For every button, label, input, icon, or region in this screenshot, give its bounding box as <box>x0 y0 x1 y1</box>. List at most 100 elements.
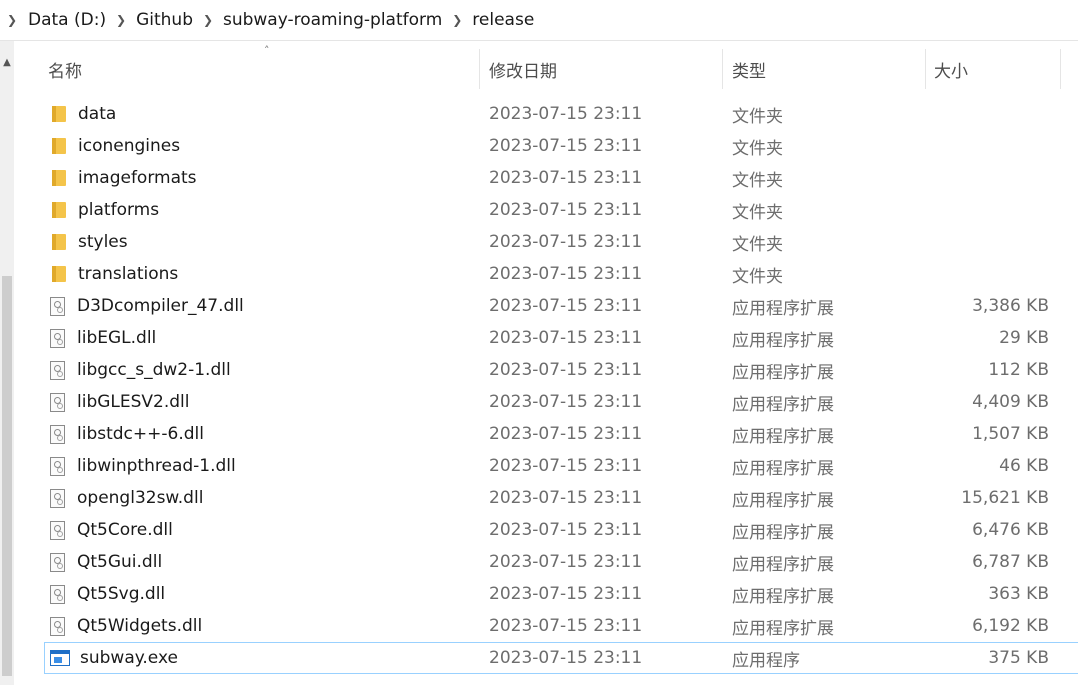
file-row[interactable]: libgcc_s_dw2-1.dll 2023-07-15 23:11 应用程序扩展… <box>14 354 1078 386</box>
column-header-label: 名称 <box>48 61 82 82</box>
file-name-cell[interactable]: opengl32sw.dll <box>50 488 203 508</box>
file-name-cell[interactable]: Qt5Gui.dll <box>50 552 162 572</box>
file-row[interactable]: Qt5Gui.dll 2023-07-15 23:11 应用程序扩展 6,787 KB <box>14 546 1078 578</box>
column-header-size[interactable]: 大小 <box>926 49 1061 89</box>
file-name-cell[interactable]: libwinpthread-1.dll <box>50 456 236 476</box>
dll-icon <box>50 360 65 380</box>
file-row[interactable]: iconengines 2023-07-15 23:11 文件夹 <box>14 130 1078 162</box>
file-type: 应用程序扩展 <box>732 490 834 511</box>
chevron-right-icon[interactable]: ❯ <box>0 13 24 27</box>
file-name-cell[interactable]: translations <box>50 264 178 284</box>
column-header-name[interactable]: 名称 <box>14 49 480 89</box>
file-row[interactable]: libstdc++-6.dll 2023-07-15 23:11 应用程序扩展 1,5… <box>14 418 1078 450</box>
file-row[interactable]: libGLESV2.dll 2023-07-15 23:11 应用程序扩展 4,409… <box>14 386 1078 418</box>
file-name[interactable]: subway.exe <box>80 648 178 668</box>
chevron-right-icon[interactable]: ❯ <box>197 13 219 27</box>
file-name-cell[interactable]: styles <box>50 232 128 252</box>
file-name[interactable]: styles <box>78 232 128 252</box>
file-row[interactable]: platforms 2023-07-15 23:11 文件夹 <box>14 194 1078 226</box>
folder-icon <box>52 138 66 154</box>
chevron-right-icon[interactable]: ❯ <box>446 13 468 27</box>
file-date: 2023-07-15 23:11 <box>489 488 643 508</box>
file-name-cell[interactable]: libEGL.dll <box>50 328 156 348</box>
file-date: 2023-07-15 23:11 <box>489 200 643 220</box>
file-row[interactable]: translations 2023-07-15 23:11 文件夹 <box>14 258 1078 290</box>
file-type: 应用程序扩展 <box>732 522 834 543</box>
file-type: 文件夹 <box>732 106 783 127</box>
breadcrumb-item[interactable]: release <box>468 10 538 30</box>
file-size: 3,386 KB <box>972 296 1049 316</box>
file-row[interactable]: imageformats 2023-07-15 23:11 文件夹 <box>14 162 1078 194</box>
file-name-cell[interactable]: libstdc++-6.dll <box>50 424 204 444</box>
dll-icon <box>50 616 65 636</box>
file-size: 1,507 KB <box>972 424 1049 444</box>
file-name[interactable]: Qt5Core.dll <box>77 520 173 540</box>
breadcrumb-item[interactable]: Data (D:) <box>24 10 110 30</box>
file-date: 2023-07-15 23:11 <box>489 584 643 604</box>
file-row[interactable]: styles 2023-07-15 23:11 文件夹 <box>14 226 1078 258</box>
file-name[interactable]: libEGL.dll <box>77 328 156 348</box>
file-row[interactable]: libEGL.dll 2023-07-15 23:11 应用程序扩展 29 KB <box>14 322 1078 354</box>
file-row[interactable]: Qt5Core.dll 2023-07-15 23:11 应用程序扩展 6,476 K… <box>14 514 1078 546</box>
file-date: 2023-07-15 23:11 <box>489 104 643 124</box>
file-date: 2023-07-15 23:11 <box>489 552 643 572</box>
file-name[interactable]: libwinpthread-1.dll <box>77 456 236 476</box>
dll-icon <box>50 552 65 572</box>
file-name-cell[interactable]: iconengines <box>50 136 180 156</box>
file-name[interactable]: Qt5Gui.dll <box>77 552 162 572</box>
dll-icon <box>50 392 65 412</box>
file-type: 文件夹 <box>732 170 783 191</box>
file-name-cell[interactable]: libgcc_s_dw2-1.dll <box>50 360 231 380</box>
file-name[interactable]: libGLESV2.dll <box>77 392 190 412</box>
file-name[interactable]: data <box>78 104 116 124</box>
file-date: 2023-07-15 23:11 <box>489 136 643 156</box>
file-row[interactable]: data 2023-07-15 23:11 文件夹 <box>14 98 1078 130</box>
file-name-cell[interactable]: Qt5Widgets.dll <box>50 616 202 636</box>
file-row[interactable]: Qt5Svg.dll 2023-07-15 23:11 应用程序扩展 363 KB <box>14 578 1078 610</box>
file-name-cell[interactable]: imageformats <box>50 168 197 188</box>
file-type: 文件夹 <box>732 202 783 223</box>
file-name-cell[interactable]: Qt5Core.dll <box>50 520 173 540</box>
file-name[interactable]: imageformats <box>78 168 197 188</box>
chevron-right-icon[interactable]: ❯ <box>110 13 132 27</box>
file-name[interactable]: opengl32sw.dll <box>77 488 203 508</box>
file-name[interactable]: libstdc++-6.dll <box>77 424 204 444</box>
file-date: 2023-07-15 23:11 <box>489 328 643 348</box>
file-date: 2023-07-15 23:11 <box>489 360 643 380</box>
column-header-type[interactable]: 类型 <box>723 49 926 89</box>
file-row[interactable]: libwinpthread-1.dll 2023-07-15 23:11 应用程序扩… <box>14 450 1078 482</box>
file-name-cell[interactable]: D3Dcompiler_47.dll <box>50 296 244 316</box>
file-type: 文件夹 <box>732 234 783 255</box>
file-date: 2023-07-15 23:11 <box>489 392 643 412</box>
file-name-cell[interactable]: Qt5Svg.dll <box>50 584 165 604</box>
column-header-date[interactable]: 修改日期 <box>480 49 723 89</box>
folder-icon <box>52 106 66 122</box>
file-name-cell[interactable]: libGLESV2.dll <box>50 392 190 412</box>
file-name[interactable]: libgcc_s_dw2-1.dll <box>77 360 231 380</box>
file-row[interactable]: D3Dcompiler_47.dll 2023-07-15 23:11 应用程序扩展… <box>14 290 1078 322</box>
file-row[interactable]: subway.exe 2023-07-15 23:11 应用程序 375 KB <box>44 642 1078 674</box>
breadcrumb-item[interactable]: Github <box>132 10 197 30</box>
file-name[interactable]: platforms <box>78 200 159 220</box>
vertical-scrollbar[interactable]: ▲ <box>0 41 14 685</box>
file-type: 应用程序扩展 <box>732 586 834 607</box>
file-type: 应用程序扩展 <box>732 554 834 575</box>
file-name[interactable]: Qt5Svg.dll <box>77 584 165 604</box>
file-type: 应用程序 <box>732 650 800 671</box>
file-name-cell[interactable]: subway.exe <box>50 648 178 668</box>
file-row[interactable]: opengl32sw.dll 2023-07-15 23:11 应用程序扩展 15,6… <box>14 482 1078 514</box>
breadcrumb-item[interactable]: subway-roaming-platform <box>219 10 446 30</box>
file-name[interactable]: Qt5Widgets.dll <box>77 616 202 636</box>
file-name[interactable]: iconengines <box>78 136 180 156</box>
scroll-up-icon[interactable]: ▲ <box>0 55 14 69</box>
file-name[interactable]: translations <box>78 264 178 284</box>
address-bar[interactable]: ❯ Data (D:) ❯ Github ❯ subway-roaming-pl… <box>0 0 1078 41</box>
file-name-cell[interactable]: platforms <box>50 200 159 220</box>
file-row[interactable]: Qt5Widgets.dll 2023-07-15 23:11 应用程序扩展 6,19… <box>14 610 1078 642</box>
scrollbar-thumb[interactable] <box>2 276 12 676</box>
dll-icon <box>50 456 65 476</box>
file-type: 文件夹 <box>732 266 783 287</box>
file-name[interactable]: D3Dcompiler_47.dll <box>77 296 244 316</box>
file-size: 46 KB <box>999 456 1049 476</box>
file-name-cell[interactable]: data <box>50 104 116 124</box>
